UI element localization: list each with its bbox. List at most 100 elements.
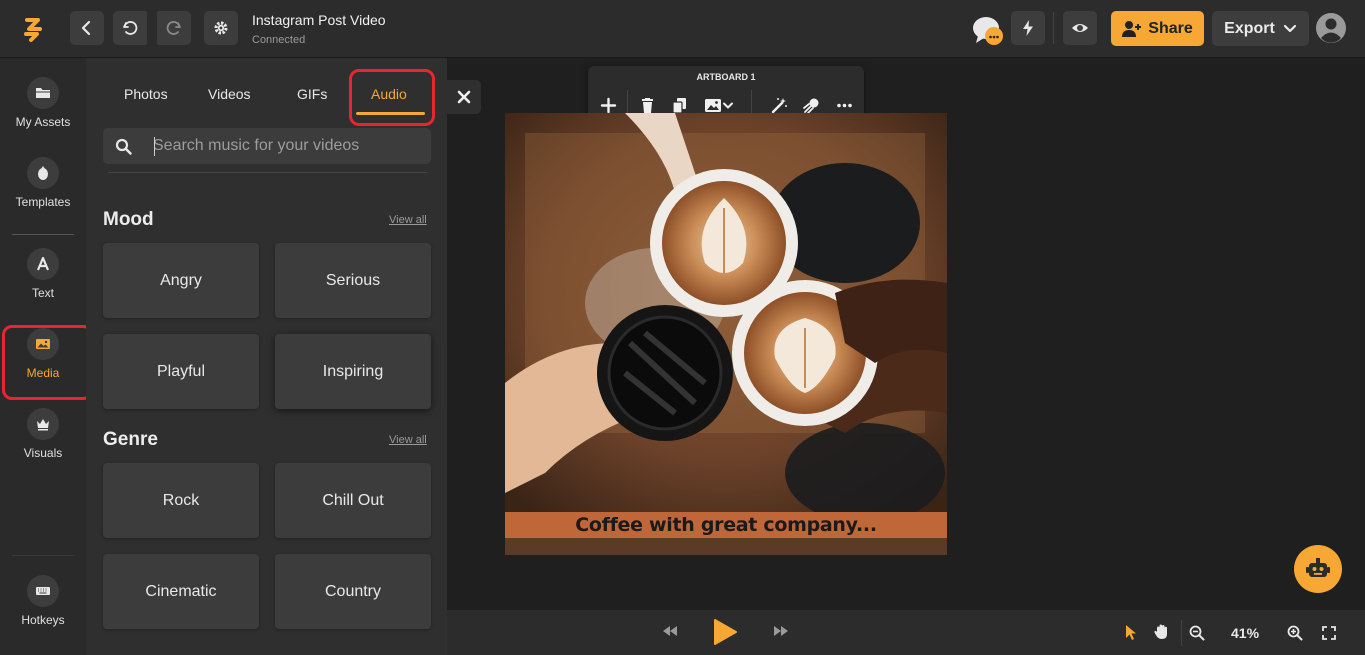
copy-icon: [671, 97, 686, 114]
keyboard-icon: [36, 587, 50, 595]
artboard-caption[interactable]: Coffee with great company...: [505, 512, 947, 538]
assistant-bot-button[interactable]: [1294, 545, 1342, 593]
export-button[interactable]: Export: [1212, 11, 1309, 46]
fullscreen-button[interactable]: [1322, 626, 1336, 640]
mood-serious[interactable]: Serious: [275, 243, 431, 318]
connection-status: Connected: [252, 34, 306, 46]
rail-item-my-assets[interactable]: My Assets: [0, 77, 86, 129]
app-logo-icon[interactable]: [18, 14, 48, 44]
search-input[interactable]: [153, 128, 423, 164]
tab-gifs[interactable]: GIFs: [297, 86, 327, 102]
top-bar: Instagram Post Video Connected Share Exp…: [0, 0, 1365, 58]
quick-actions-button[interactable]: [1011, 11, 1045, 45]
genre-country[interactable]: Country: [275, 554, 431, 629]
comments-icon[interactable]: [970, 14, 1004, 46]
settings-button[interactable]: [204, 11, 238, 45]
rail-icon-bg: [27, 248, 59, 280]
hand-icon: [1154, 624, 1167, 639]
rail-item-text[interactable]: Text: [0, 248, 86, 300]
audio-tab-highlight: [349, 69, 435, 126]
comet-icon: [802, 98, 818, 114]
document-title[interactable]: Instagram Post Video: [252, 12, 386, 28]
undo-button[interactable]: [113, 11, 147, 45]
add-user-icon: [1122, 20, 1142, 37]
more-horizontal-icon: [836, 103, 852, 107]
rail-item-label: Text: [31, 286, 54, 300]
play-button[interactable]: [712, 618, 738, 646]
zoom-in-button[interactable]: [1287, 625, 1303, 641]
genre-cinematic[interactable]: Cinematic: [103, 554, 259, 629]
rail-icon-bg: [27, 575, 59, 607]
avatar[interactable]: [1316, 13, 1346, 43]
genre-section-title: Genre: [103, 429, 158, 450]
rewind-icon: [663, 626, 677, 636]
rail-item-label: Hotkeys: [21, 613, 65, 627]
templates-icon: [38, 166, 48, 180]
rail-divider: [12, 555, 74, 556]
robot-icon: [1306, 558, 1330, 577]
share-label: Share: [1148, 19, 1193, 37]
zoom-level[interactable]: 41%: [1231, 625, 1259, 641]
close-icon: [457, 90, 471, 104]
divider: [1053, 12, 1054, 44]
folder-icon: [36, 88, 50, 98]
genre-view-all-link[interactable]: View all: [389, 434, 427, 446]
tab-videos[interactable]: Videos: [208, 86, 251, 102]
trash-icon: [641, 97, 653, 113]
tab-photos[interactable]: Photos: [124, 86, 168, 102]
rail-item-label: Templates: [15, 195, 71, 209]
share-button[interactable]: Share: [1111, 11, 1204, 46]
user-icon: [1317, 14, 1345, 43]
zoom-out-button[interactable]: [1189, 625, 1205, 641]
text-caret: [154, 137, 155, 156]
media-panel: Photos Videos GIFs Audio Mood View all A…: [86, 58, 447, 655]
rail-item-label: My Assets: [15, 115, 71, 129]
rail-item-visuals[interactable]: Visuals: [0, 408, 86, 460]
rail-item-label: Visuals: [23, 446, 63, 460]
rail-icon-bg: [27, 157, 59, 189]
rail-item-hotkeys[interactable]: Hotkeys: [0, 575, 86, 627]
play-icon: [714, 619, 737, 645]
search-icon: [115, 138, 132, 155]
chevron-down-icon: [1283, 24, 1296, 32]
text-icon: [36, 256, 50, 271]
eye-icon: [1072, 24, 1088, 32]
rail-icon-bg: [27, 408, 59, 440]
magic-wand-icon: [771, 97, 787, 113]
redo-button[interactable]: [157, 11, 191, 45]
close-panel-button[interactable]: [447, 80, 481, 114]
fast-forward-button[interactable]: [772, 624, 790, 638]
mood-angry[interactable]: Angry: [103, 243, 259, 318]
mood-view-all-link[interactable]: View all: [389, 214, 427, 226]
redo-icon: [166, 21, 181, 35]
chevron-down-icon: [723, 102, 733, 109]
rewind-button[interactable]: [661, 624, 679, 638]
chevron-left-icon: [81, 20, 91, 36]
genre-chill-out[interactable]: Chill Out: [275, 463, 431, 538]
lightning-icon: [1023, 20, 1033, 36]
export-label: Export: [1224, 19, 1275, 37]
preview-button[interactable]: [1063, 11, 1097, 45]
divider: [1181, 620, 1182, 646]
artboard[interactable]: Coffee with great company...: [505, 113, 947, 555]
back-button[interactable]: [70, 11, 104, 45]
zoom-out-icon: [1189, 625, 1205, 641]
pointer-icon: [1126, 625, 1136, 640]
mood-inspiring[interactable]: Inspiring: [275, 334, 431, 409]
mood-playful[interactable]: Playful: [103, 334, 259, 409]
genre-rock[interactable]: Rock: [103, 463, 259, 538]
coffee-photo: [505, 113, 947, 513]
playback-bar: 41%: [447, 610, 1365, 655]
select-tool-button[interactable]: [1124, 624, 1138, 641]
pan-tool-button[interactable]: [1153, 623, 1171, 641]
image-icon: [705, 98, 721, 112]
media-highlight: [2, 325, 93, 400]
crown-icon: [37, 419, 49, 431]
rail-item-templates[interactable]: Templates: [0, 157, 86, 209]
rail-divider: [12, 234, 74, 235]
fast-forward-icon: [774, 626, 788, 636]
rail-icon-bg: [27, 77, 59, 109]
plus-icon: [600, 97, 616, 113]
search-box[interactable]: [103, 128, 431, 164]
artboard-label: ARTBOARD 1: [696, 72, 756, 82]
